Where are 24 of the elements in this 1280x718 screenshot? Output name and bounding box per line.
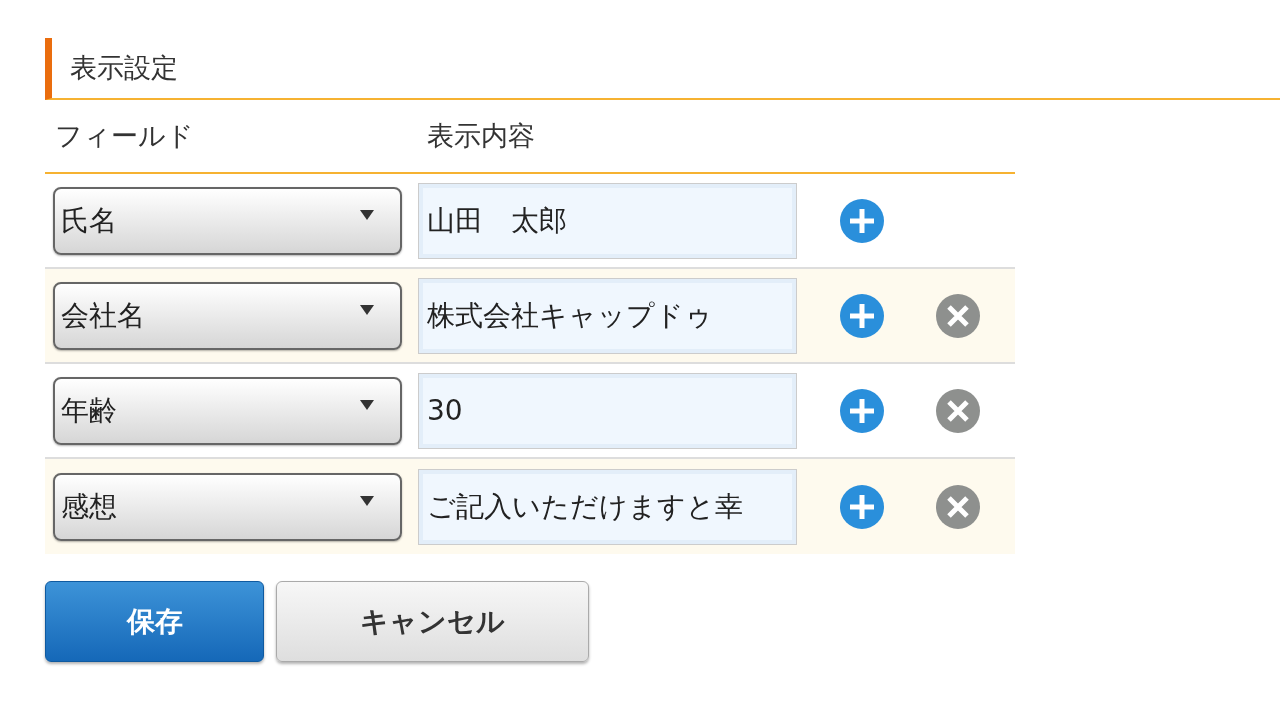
caret-icon — [360, 209, 374, 220]
input-field[interactable]: 株式会社キャップドゥ — [418, 277, 797, 354]
input-field[interactable]: ご記入いただけますと幸 — [418, 468, 797, 545]
remove-icon[interactable] — [936, 293, 980, 338]
section-title: 表示設定 — [70, 51, 178, 85]
input-field[interactable]: 30 — [418, 372, 797, 449]
field-dropdown[interactable]: 会社名 — [53, 281, 402, 350]
add-icon[interactable] — [840, 484, 884, 529]
input-field[interactable]: 山田 太郎 — [418, 182, 797, 259]
field-dropdown[interactable]: 感想 — [53, 472, 402, 541]
action-button[interactable]: キャンセル — [276, 581, 589, 662]
add-icon[interactable] — [840, 293, 884, 338]
add-icon[interactable] — [840, 198, 884, 243]
add-icon[interactable] — [840, 388, 884, 433]
column-header: フィールド — [54, 119, 195, 153]
remove-icon[interactable] — [936, 388, 980, 433]
column-header: 表示内容 — [427, 119, 535, 153]
remove-icon[interactable] — [936, 484, 980, 529]
field-dropdown[interactable]: 氏名 — [53, 186, 402, 255]
caret-icon — [360, 495, 374, 506]
caret-icon — [360, 399, 374, 410]
action-button[interactable]: 保存 — [45, 581, 264, 662]
caret-icon — [360, 304, 374, 315]
field-dropdown[interactable]: 年齢 — [53, 376, 402, 445]
